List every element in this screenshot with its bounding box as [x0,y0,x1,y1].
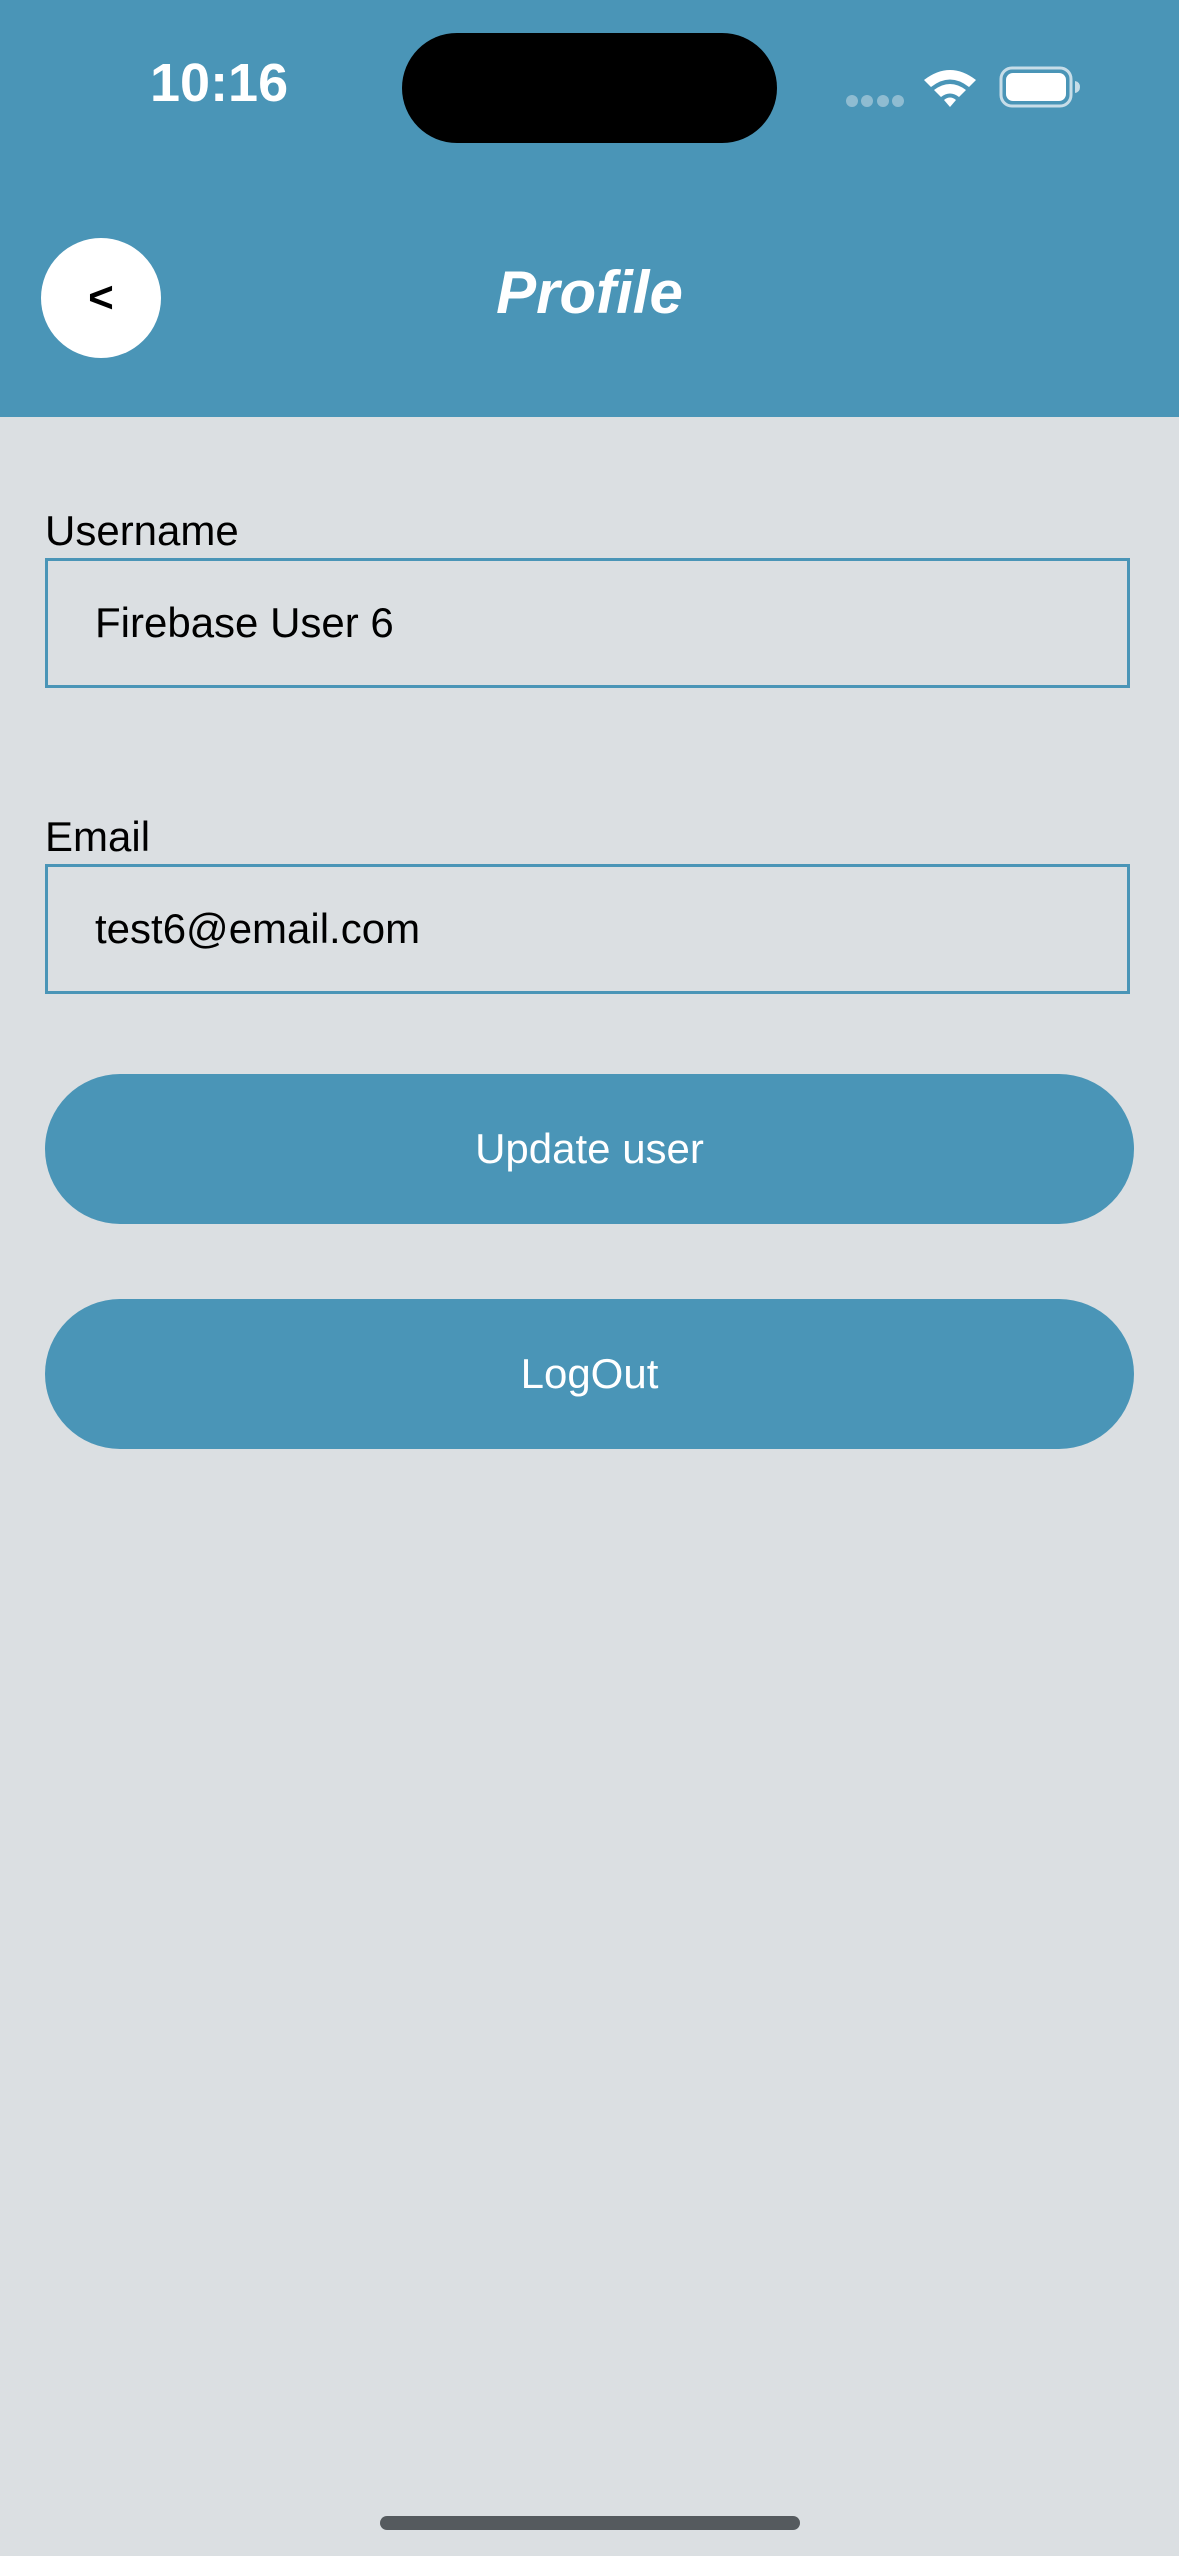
header-bar: 10:16 < Profile [0,0,1179,417]
email-label: Email [45,813,151,860]
email-input[interactable] [45,864,1130,994]
battery-icon [999,66,1080,108]
update-user-button[interactable]: Update user [45,1074,1134,1224]
status-time: 10:16 [150,53,289,113]
page-title: Profile [496,259,683,326]
wifi-icon [924,70,976,107]
dynamic-island [402,33,777,143]
home-indicator [380,2516,800,2530]
logout-button[interactable]: LogOut [45,1299,1134,1449]
username-input[interactable] [45,558,1130,688]
username-label: Username [45,507,239,554]
signal-icon [846,95,904,107]
